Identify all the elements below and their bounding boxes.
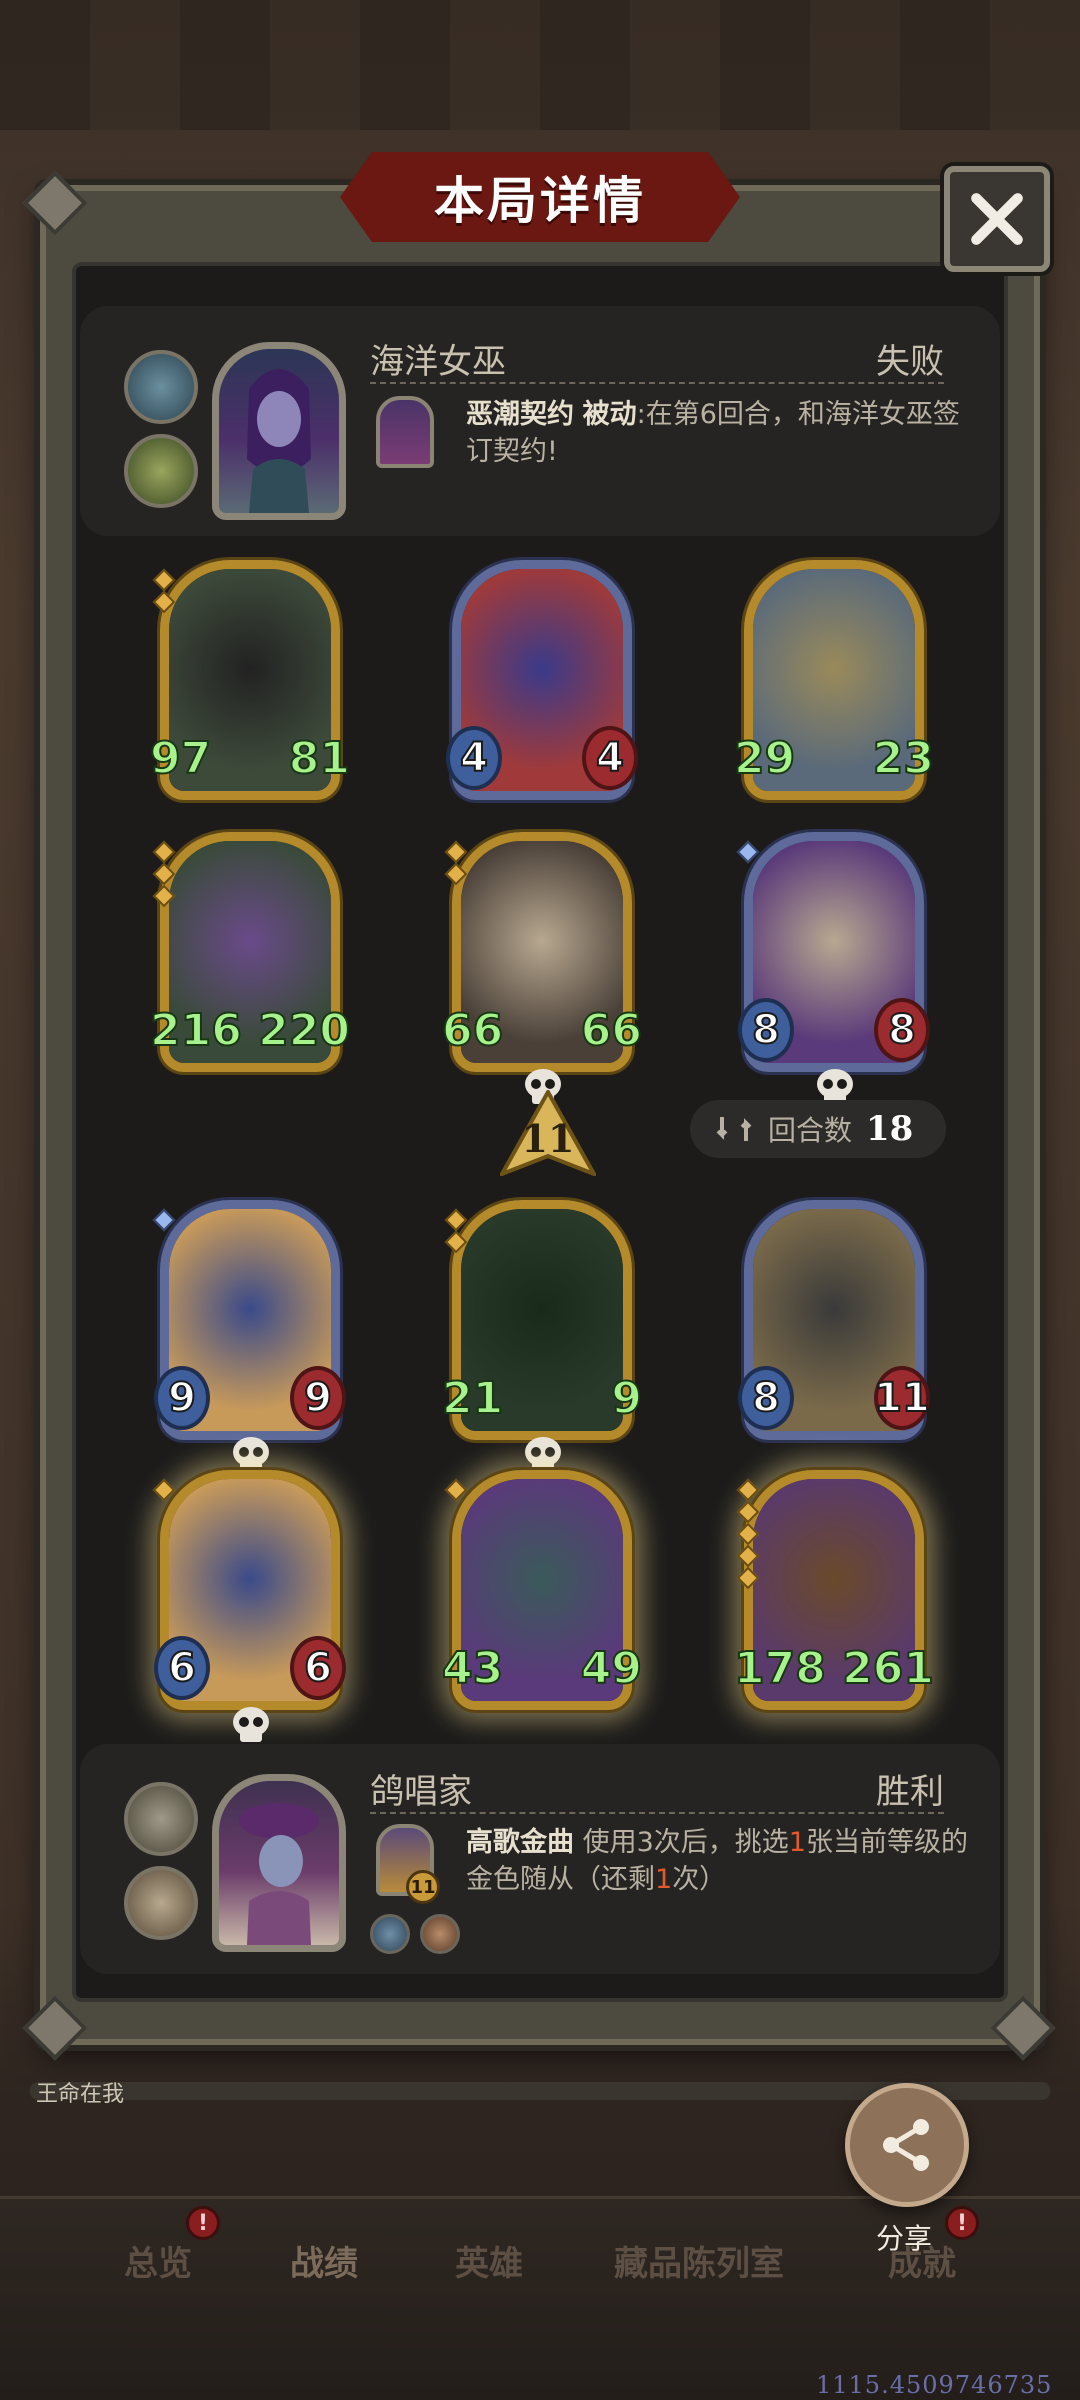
tier-value: 11: [521, 1116, 575, 1161]
rounds-value: 18: [866, 1109, 914, 1149]
exclamation-icon: !: [945, 2206, 979, 2240]
minion-attack: 29: [733, 732, 796, 785]
minion-attack: 8: [738, 998, 794, 1062]
skill-name: 高歌金曲: [466, 1827, 574, 1858]
rounds-counter: 回合数 18: [690, 1100, 946, 1158]
minion-health: 49: [580, 1642, 643, 1695]
skill-icon[interactable]: [376, 396, 434, 468]
minion-health: 66: [580, 1004, 643, 1057]
player-panel: 鸽唱家 胜利 11 高歌金曲 使用3次后，挑选1张当前等级的金色随从（还剩1次）: [80, 1744, 1000, 1974]
nav-records[interactable]: 战绩: [290, 2236, 358, 2285]
tavern-tier-badge: 11: [497, 1087, 599, 1178]
skull-icon: [233, 1437, 269, 1472]
share-button[interactable]: [845, 2083, 969, 2207]
minion-health: 4: [582, 726, 638, 790]
minion-attack: 4: [446, 726, 502, 790]
skill-highlight: 1: [655, 1864, 673, 1895]
minion-health: 11: [873, 1366, 931, 1430]
opponent-skill-desc: 恶潮契约 被动:在第6回合，和海洋女巫签订契约!: [466, 396, 986, 470]
skull-icon: [525, 1437, 561, 1472]
skill-text: 次）: [672, 1864, 727, 1895]
skill-name: 恶潮契约: [466, 399, 574, 430]
minion-health: 6: [290, 1636, 346, 1700]
minion-card[interactable]: 44: [446, 560, 638, 810]
minion-attack: 21: [441, 1372, 504, 1425]
lightning-icon: [124, 350, 198, 424]
nav-collection[interactable]: 藏品陈列室: [614, 2236, 784, 2285]
player-result: 胜利: [876, 1772, 944, 1812]
divider: [370, 1812, 944, 1814]
minion-attack: 216: [149, 1004, 243, 1057]
close-button[interactable]: [944, 166, 1050, 272]
share-label: 分享: [876, 2222, 933, 2255]
minion-card[interactable]: 216 220: [149, 832, 351, 1082]
sea-witch-art: [247, 369, 311, 513]
skill-type: 被动: [582, 399, 637, 430]
minion-attack: 97: [149, 732, 212, 785]
nav-overview[interactable]: 总览: [124, 2236, 192, 2285]
minion-health: 8: [874, 998, 930, 1062]
page-title: 本局详情: [434, 172, 646, 230]
sword-token-icon: [370, 1914, 410, 1954]
rounds-label: 回合数: [768, 1114, 853, 1147]
skull-icon: [233, 1707, 269, 1742]
hero-portrait-pigeon-singer[interactable]: [212, 1774, 346, 1952]
minion-attack: 66: [441, 1004, 504, 1057]
minion-health: 23: [872, 732, 935, 785]
divider: [370, 382, 944, 384]
close-icon: [971, 193, 1023, 245]
opponent-panel: 海洋女巫 失败 恶潮契约 被动:在第6回合，和海洋女巫签订契约!: [80, 306, 1000, 536]
minion-card[interactable]: 29 23: [733, 560, 935, 810]
minion-card[interactable]: 178 261: [733, 1470, 935, 1720]
watermark: 1115.4509746735: [816, 2371, 1053, 2399]
minion-card[interactable]: 66: [152, 1470, 346, 1742]
minion-card[interactable]: 66 66: [441, 832, 643, 1104]
minion-attack: 178: [733, 1642, 827, 1695]
minion-card[interactable]: 97 81: [149, 560, 351, 810]
player-skill-desc: 高歌金曲 使用3次后，挑选1张当前等级的金色随从（还剩1次）: [466, 1824, 986, 1898]
news-strip-text: 王命在我: [36, 2082, 125, 2107]
skill-level-badge: 11: [406, 1870, 440, 1904]
hero-portrait-sea-witch[interactable]: [212, 342, 346, 520]
minion-token-icon: [124, 1782, 198, 1856]
refresh-icon: [716, 1117, 752, 1141]
skill-text: 使用3次后，挑选: [574, 1827, 789, 1858]
minion-token-icon: [124, 1866, 198, 1940]
minion-health: 9: [290, 1366, 346, 1430]
opponent-name: 海洋女巫: [370, 342, 506, 382]
pigeon-singer-art: [239, 1803, 319, 1945]
nav-heroes[interactable]: 英雄: [455, 2236, 523, 2285]
minion-health: 81: [288, 732, 351, 785]
minion-attack: 8: [738, 1366, 794, 1430]
minion-health: 220: [257, 1004, 351, 1057]
minion-card[interactable]: 88: [736, 832, 930, 1104]
minion-card[interactable]: 21 9: [441, 1200, 643, 1472]
minion-attack: 9: [154, 1366, 210, 1430]
title-banner: 本局详情: [334, 146, 746, 248]
food-token-icon: [420, 1914, 460, 1954]
background-wood: [0, 0, 1080, 130]
minion-attack: 6: [154, 1636, 210, 1700]
nature-icon: [124, 434, 198, 508]
skill-highlight: 1: [788, 1827, 806, 1858]
minion-health: 9: [610, 1372, 643, 1425]
share-icon: [883, 2119, 929, 2171]
minion-health: 261: [841, 1642, 935, 1695]
minion-card[interactable]: 99: [152, 1200, 346, 1472]
minion-card[interactable]: 8 11: [738, 1200, 931, 1450]
player-name: 鸽唱家: [370, 1772, 472, 1812]
minion-card[interactable]: 43 49: [441, 1470, 643, 1720]
app-root: 本局详情 海洋女巫 失败 恶潮契约 被动:在第6回合，和海洋女巫签订契约! 97…: [0, 0, 1080, 2400]
exclamation-icon: !: [186, 2206, 220, 2240]
opponent-result: 失败: [876, 342, 944, 382]
minion-attack: 43: [441, 1642, 504, 1695]
